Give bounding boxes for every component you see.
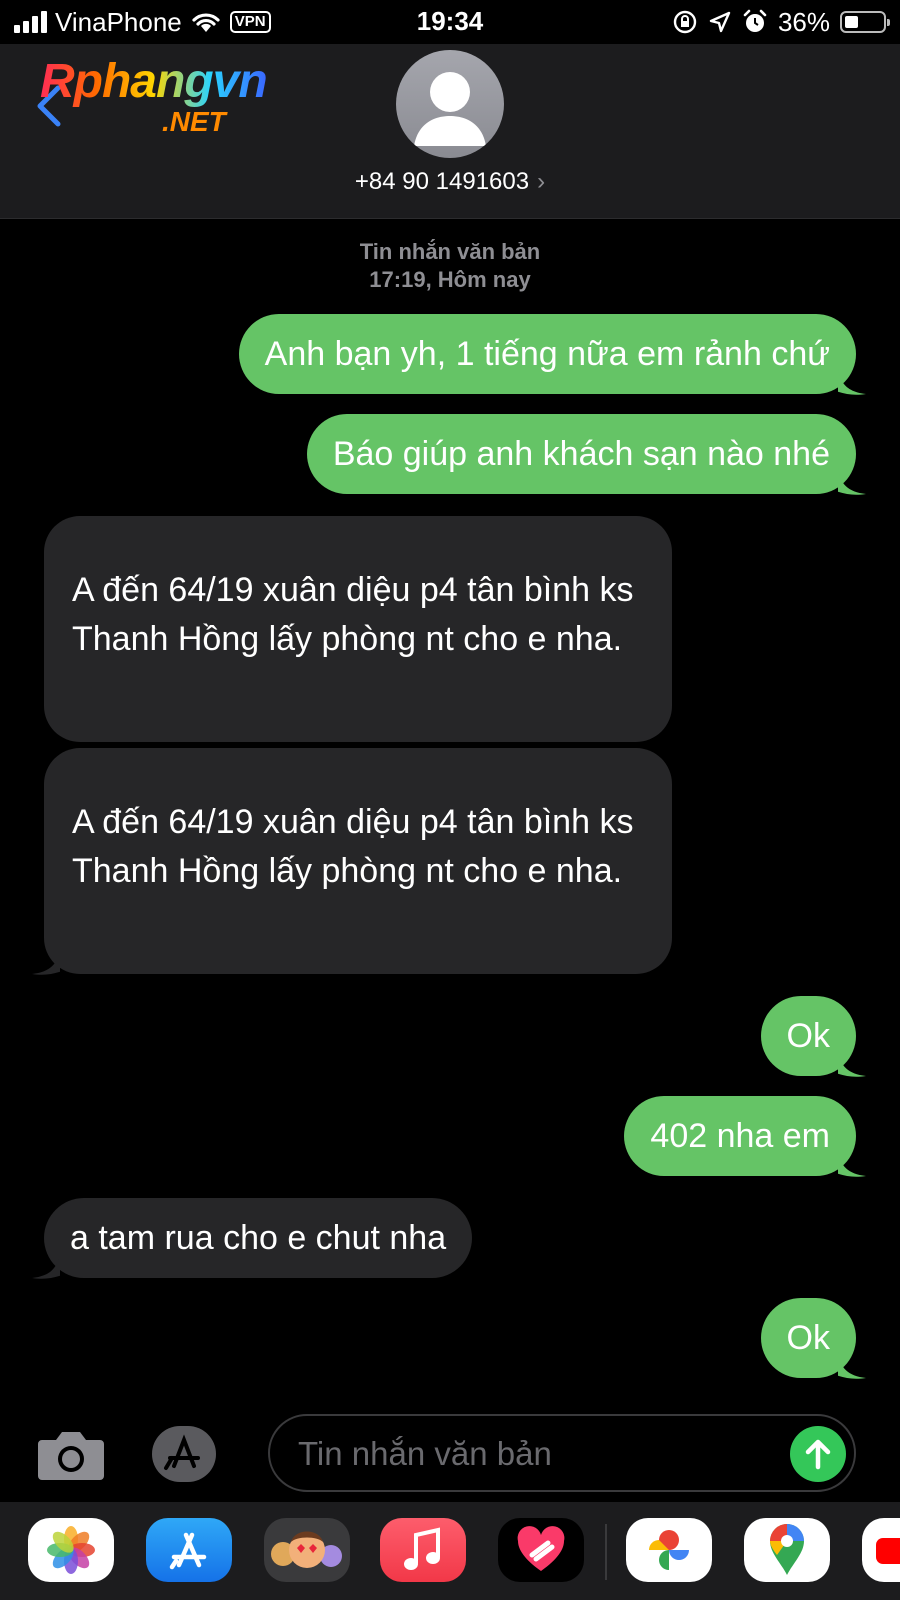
imessage-app-drawer	[0, 1502, 900, 1600]
camera-button[interactable]	[36, 1428, 106, 1487]
message-bubble-outgoing[interactable]: Báo giúp anh khách sạn nào nhé	[306, 414, 856, 494]
message-thread[interactable]: Tin nhắn văn bản 17:19, Hôm nay Anh bạn …	[0, 218, 900, 1414]
bubble-tail	[838, 468, 866, 495]
message-text: Ok	[786, 1319, 830, 1357]
fitness-heart-icon	[517, 1526, 565, 1571]
youtube-app[interactable]	[862, 1518, 900, 1582]
composer-bar	[0, 1414, 900, 1502]
message-bubble-incoming[interactable]: A đến 64/19 xuân diệu p4 tân bình ks Tha…	[44, 516, 672, 742]
contact-name-button[interactable]: +84 90 1491603 ›	[0, 168, 900, 196]
alarm-icon	[743, 9, 767, 32]
message-bubble-incoming[interactable]: A đến 64/19 xuân diệu p4 tân bình ks Tha…	[44, 748, 672, 974]
music-icon	[404, 1527, 440, 1570]
app-store-icon	[164, 1434, 229, 1472]
photos-icon	[47, 1526, 95, 1574]
conversation-header: Rphangvn .NET +84 90 1491603 ›	[0, 44, 900, 219]
bubble-tail	[838, 1050, 866, 1077]
photos-app[interactable]	[28, 1518, 114, 1582]
bubble-tail	[32, 948, 60, 975]
message-text: Báo giúp anh khách sạn nào nhé	[332, 435, 830, 473]
message-input-container[interactable]	[268, 1414, 856, 1492]
rotation-lock-icon	[673, 10, 697, 34]
logo-sub-text: .NET	[162, 106, 226, 137]
google-photos-icon	[649, 1530, 689, 1570]
message-input[interactable]	[296, 1426, 760, 1482]
service-label: Tin nhắn văn bản	[359, 239, 541, 264]
message-bubble-outgoing[interactable]: Anh bạn yh, 1 tiếng nữa em rảnh chứ	[238, 314, 856, 394]
message-bubble-outgoing[interactable]: 402 nha em	[624, 1096, 856, 1176]
logo-main-text: Rphangvn	[40, 55, 268, 108]
memoji-app[interactable]	[264, 1518, 350, 1582]
app-store-app[interactable]	[146, 1518, 232, 1582]
thread-meta: Tin nhắn văn bản 17:19, Hôm nay	[0, 238, 900, 294]
message-text: A đến 64/19 xuân diệu p4 tân bình ks Tha…	[72, 803, 634, 890]
status-bar: VinaPhone VPN 19:34 36%	[0, 0, 900, 44]
music-app[interactable]	[380, 1518, 466, 1582]
message-text: 402 nha em	[650, 1117, 830, 1155]
google-maps-icon	[770, 1524, 804, 1575]
arrow-up-icon	[805, 1439, 831, 1470]
message-bubble-incoming[interactable]: a tam rua cho e chut nha	[44, 1198, 473, 1278]
contact-avatar[interactable]	[396, 50, 504, 158]
bubble-tail	[32, 1252, 60, 1279]
contact-number: +84 90 1491603	[354, 168, 530, 195]
memoji-icon	[271, 1531, 342, 1568]
status-right: 36%	[672, 6, 890, 38]
send-button[interactable]	[790, 1426, 846, 1482]
bubble-tail	[838, 1352, 866, 1379]
bubble-tail	[838, 1150, 866, 1177]
watermark-logo: Rphangvn .NET	[40, 55, 268, 138]
youtube-icon	[876, 1538, 900, 1564]
dock-divider	[605, 1524, 607, 1580]
bubble-tail	[838, 368, 866, 395]
message-text: Anh bạn yh, 1 tiếng nữa em rảnh chứ	[264, 335, 830, 373]
google-photos-app[interactable]	[626, 1518, 712, 1582]
camera-icon	[38, 1432, 104, 1480]
chevron-right-icon: ›	[537, 168, 546, 195]
battery-icon	[840, 11, 890, 33]
message-text: A đến 64/19 xuân diệu p4 tân bình ks Tha…	[72, 571, 634, 658]
app-store-button[interactable]	[152, 1426, 229, 1482]
fitness-app[interactable]	[498, 1518, 584, 1582]
google-maps-app[interactable]	[744, 1518, 830, 1582]
message-text: Ok	[786, 1017, 830, 1055]
message-text: a tam rua cho e chut nha	[70, 1219, 447, 1257]
location-icon	[709, 11, 731, 33]
person-icon	[414, 72, 486, 146]
thread-timestamp: 17:19, Hôm nay	[369, 267, 531, 292]
battery-percent: 36%	[777, 6, 830, 37]
app-store-icon	[169, 1532, 207, 1570]
